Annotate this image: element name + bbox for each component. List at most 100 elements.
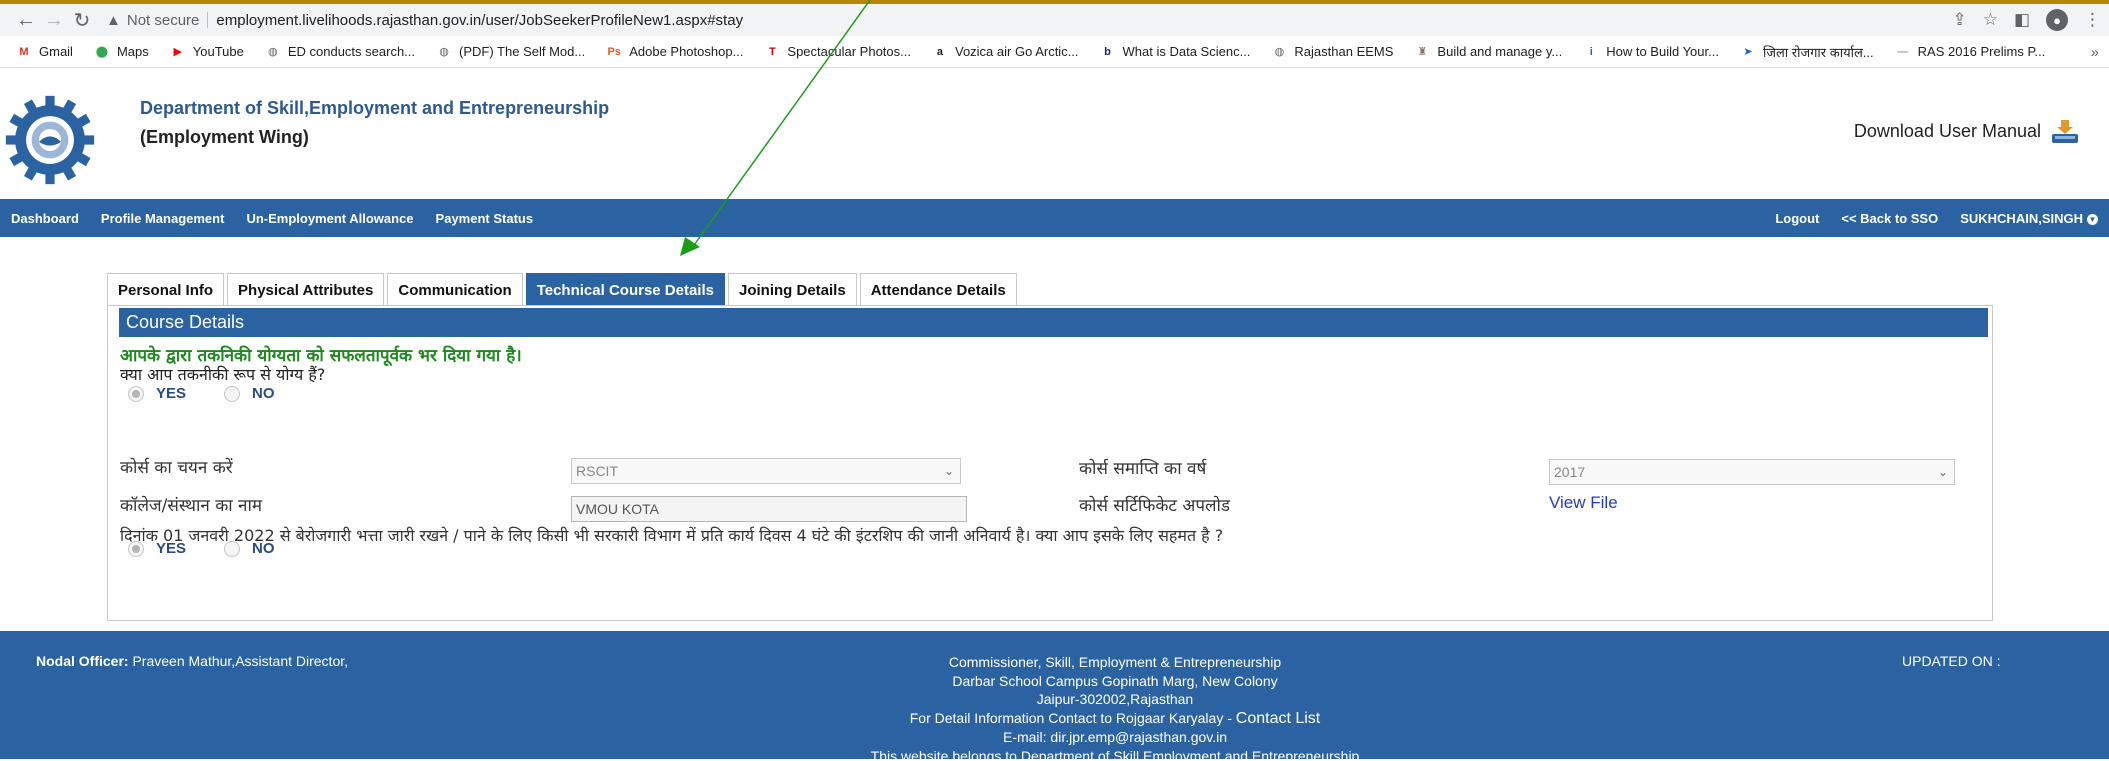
- course-year-label: कोर्स समाप्ति का वर्ष: [1079, 459, 1207, 479]
- bookmark-label: What is Data Scienc...: [1122, 44, 1251, 59]
- course-year-value: 2017: [1554, 464, 1586, 480]
- warning-icon: ▲: [106, 11, 121, 29]
- forward-icon[interactable]: →: [40, 6, 68, 34]
- main-content: Personal Info Physical Attributes Commun…: [0, 237, 2109, 631]
- internship-no-radio[interactable]: [224, 540, 241, 557]
- bookmark-item[interactable]: i How to Build Your...: [1583, 44, 1719, 60]
- bookmark-label: Adobe Photoshop...: [629, 44, 744, 59]
- nav-unemployment-allowance[interactable]: Un-Employment Allowance: [235, 211, 424, 226]
- tab-physical-attributes[interactable]: Physical Attributes: [227, 273, 385, 306]
- course-details-heading: Course Details: [119, 308, 1988, 337]
- technical-yes-radio[interactable]: [128, 385, 144, 402]
- college-name-input[interactable]: VMOU KOTA: [571, 496, 967, 522]
- site-footer: Nodal Officer: Praveen Mathur,Assistant …: [0, 631, 2109, 761]
- chevron-down-icon: ▼: [2087, 213, 2098, 225]
- nav-dashboard[interactable]: Dashboard: [0, 211, 90, 226]
- bookmark-item[interactable]: — RAS 2016 Prelims P...: [1895, 44, 2046, 60]
- bookmark-label: जिला रोजगार कार्याल...: [1762, 44, 1874, 60]
- bookmark-item[interactable]: b What is Data Scienc...: [1100, 44, 1251, 60]
- t-icon: T: [769, 45, 776, 58]
- footer-contact-text: For Detail Information Contact to Rojgaa…: [909, 709, 1236, 726]
- star-icon[interactable]: ☆: [1983, 10, 1998, 30]
- department-subtitle: (Employment Wing): [140, 127, 309, 147]
- not-secure-label: Not secure: [126, 11, 200, 29]
- gmail-icon: M: [19, 45, 29, 58]
- bookmark-label: Vozica air Go Arctic...: [954, 44, 1079, 59]
- bookmark-item[interactable]: ◍ ED conducts search...: [265, 44, 415, 60]
- bookmark-item[interactable]: M Gmail: [16, 44, 73, 60]
- department-title: Department of Skill,Employment and Entre…: [140, 98, 610, 118]
- contact-list-link[interactable]: Contact List: [1236, 710, 1320, 727]
- globe-icon: ◍: [1274, 46, 1285, 58]
- browser-toolbar: ← → ↻ ▲ Not secure employment.livelihood…: [0, 4, 2109, 36]
- internship-radio-group: YES NO: [128, 540, 313, 557]
- download-manual-link[interactable]: Download User Manual: [1854, 118, 2079, 144]
- omnibox-separator: [207, 12, 209, 28]
- bookmark-item[interactable]: ➤ जिला रोजगार कार्याल...: [1740, 43, 1874, 61]
- menu-icon[interactable]: ⋮: [2084, 10, 2101, 30]
- course-details-panel: Course Details आपके द्वारा तकनिकी योग्यत…: [107, 305, 1993, 621]
- site-header: Department of Skill,Employment and Entre…: [0, 68, 2109, 199]
- internship-yes-label: YES: [156, 540, 187, 557]
- reload-icon[interactable]: ↻: [68, 6, 96, 34]
- back-to-sso-link[interactable]: << Back to SSO: [1830, 211, 1949, 226]
- bookmark-label: (PDF) The Self Mod...: [459, 44, 586, 59]
- nav-profile-management[interactable]: Profile Management: [90, 211, 236, 226]
- bookmark-item[interactable]: ⬤ Maps: [94, 44, 149, 60]
- bookmark-item[interactable]: T Spectacular Photos...: [764, 44, 911, 60]
- browser-right-icons: ⇪ ☆ ◧ ● ⋮: [1952, 4, 2101, 36]
- bookmarks-bar: M Gmail ⬤ Maps ▶ YouTube ◍ ED conducts search..…: [0, 36, 2109, 68]
- bookmark-item[interactable]: ▶ YouTube: [170, 44, 244, 60]
- bookmarks-more-icon[interactable]: »: [2091, 36, 2099, 67]
- url-text[interactable]: employment.livelihoods.rajasthan.gov.in/…: [216, 12, 743, 29]
- globe-icon: ◍: [268, 46, 278, 58]
- share-icon[interactable]: ⇪: [1952, 10, 1966, 30]
- bookmark-item[interactable]: ◍ Rajasthan EEMS: [1271, 44, 1394, 60]
- bookmark-item[interactable]: ♜ Build and manage y...: [1414, 44, 1562, 60]
- tab-joining-details[interactable]: Joining Details: [728, 273, 857, 306]
- updated-on-label: UPDATED ON :: [1902, 653, 2001, 669]
- sidepanel-icon[interactable]: ◧: [2014, 10, 2030, 30]
- tab-communication[interactable]: Communication: [387, 273, 523, 306]
- technical-qualified-radio-group: YES NO: [128, 385, 313, 402]
- bookmark-label: RAS 2016 Prelims P...: [1917, 44, 2046, 59]
- download-manual-label: Download User Manual: [1853, 120, 2041, 141]
- college-name-label: कॉलेज/संस्थान का नाम: [120, 496, 263, 516]
- logout-link[interactable]: Logout: [1764, 211, 1830, 226]
- internship-yes-radio[interactable]: [128, 540, 144, 557]
- dash-icon: —: [1897, 45, 1909, 58]
- footer-line-belongs: This website belongs to Department of Sk…: [870, 747, 1360, 761]
- internship-no-label: NO: [252, 540, 275, 557]
- address-bar[interactable]: ▲ Not secure employment.livelihoods.raja…: [106, 7, 2076, 33]
- profile-icon[interactable]: ●: [2046, 9, 2068, 31]
- footer-address: Commissioner, Skill, Employment & Entrep…: [0, 653, 2109, 761]
- youtube-icon: ▶: [173, 46, 182, 58]
- technical-no-radio[interactable]: [224, 385, 241, 402]
- course-select-value: RSCIT: [576, 463, 618, 479]
- department-logo: [5, 95, 95, 185]
- globe-icon: ◍: [439, 46, 449, 58]
- user-menu[interactable]: SUKHCHAIN,SINGH ▼: [1949, 211, 2109, 226]
- tab-attendance-details[interactable]: Attendance Details: [859, 273, 1017, 306]
- footer-line-contact: For Detail Information Contact to Rojgaa…: [0, 709, 2109, 729]
- photoshop-icon: Ps: [607, 45, 621, 58]
- tab-personal-info[interactable]: Personal Info: [107, 273, 225, 306]
- tab-technical-course-details[interactable]: Technical Course Details: [525, 273, 725, 306]
- certificate-upload-label: कोर्स सर्टिफिकेट अपलोड: [1079, 496, 1231, 516]
- nav-payment-status[interactable]: Payment Status: [425, 211, 545, 226]
- bookmark-label: Gmail: [39, 44, 73, 59]
- arrow-icon: ➤: [1743, 46, 1753, 58]
- bookmark-item[interactable]: ◍ (PDF) The Self Mod...: [436, 44, 585, 60]
- bookmark-item[interactable]: a Vozica air Go Arctic...: [932, 44, 1079, 60]
- view-file-link[interactable]: View File: [1549, 493, 1618, 513]
- main-navbar: Dashboard Profile Management Un-Employme…: [0, 199, 2109, 237]
- bookmark-item[interactable]: Ps Adobe Photoshop...: [606, 44, 743, 60]
- bookmark-label: Maps: [116, 44, 149, 59]
- user-name: SUKHCHAIN,SINGH: [1960, 210, 2083, 226]
- download-icon: [2052, 120, 2078, 143]
- course-year-select[interactable]: 2017 ⌄: [1549, 459, 1955, 485]
- b-icon: b: [1104, 45, 1111, 58]
- back-icon[interactable]: ←: [12, 6, 40, 34]
- course-select[interactable]: RSCIT ⌄: [571, 458, 961, 484]
- bookmark-label: Rajasthan EEMS: [1294, 44, 1394, 59]
